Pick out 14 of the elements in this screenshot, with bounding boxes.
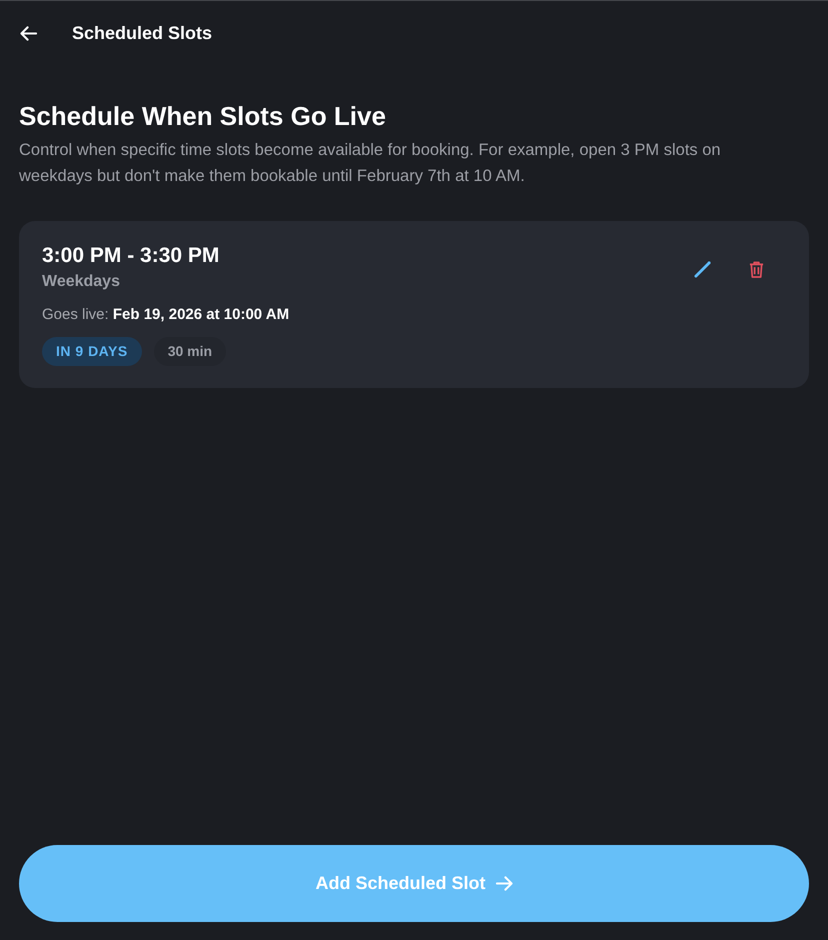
countdown-badge: IN 9 DAYS xyxy=(42,337,142,366)
trash-icon xyxy=(748,260,764,278)
back-arrow-icon xyxy=(20,26,36,40)
slot-time: 3:00 PM - 3:30 PM xyxy=(42,243,220,269)
add-scheduled-slot-button[interactable]: Add Scheduled Slot xyxy=(19,845,809,922)
pencil-icon xyxy=(694,260,710,278)
section-description: Control when specific time slots become available for booking. For example, open 3 PM slots on weekdays but don't make them bookable until February 7th at 10 AM. xyxy=(19,140,722,187)
back-button[interactable] xyxy=(19,24,37,42)
goes-live-text: Goes live: Feb 19, 2026 at 10:00 AM xyxy=(42,305,290,325)
page-title: Scheduled Slots xyxy=(72,22,212,44)
slot-days: Weekdays xyxy=(42,271,290,293)
section-heading: Schedule When Slots Go Live xyxy=(19,100,387,133)
right-arrow-icon xyxy=(496,876,512,891)
duration-badge: 30 min xyxy=(154,337,226,366)
